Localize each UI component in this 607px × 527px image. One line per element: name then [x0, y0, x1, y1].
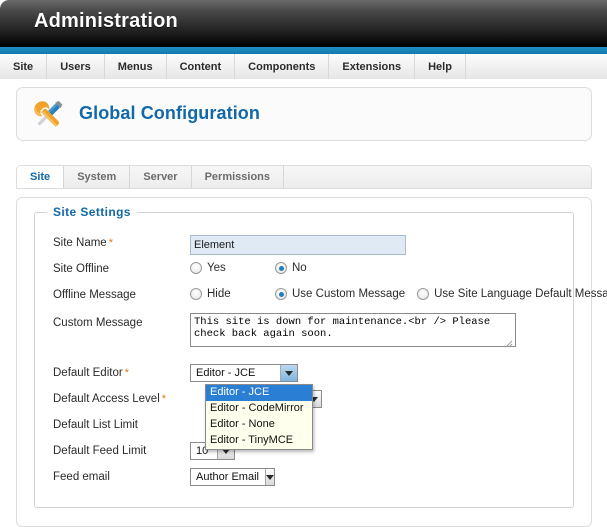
config-tabs: Site System Server Permissions	[16, 165, 592, 189]
app-titlebar: Administration	[0, 0, 607, 47]
site-settings-legend: Site Settings	[47, 205, 137, 219]
menubar-filler	[466, 54, 607, 79]
menu-item-help[interactable]: Help	[415, 54, 466, 79]
tab-site[interactable]: Site	[17, 166, 65, 188]
control-feed-email: Author Email	[190, 468, 275, 486]
site-offline-radio-group: Yes No	[190, 262, 317, 274]
label-default-list-limit: Default List Limit	[53, 419, 139, 431]
config-content-panel: Site Settings Site Name* Site Offline	[16, 197, 607, 527]
site-name-required-asterisk: *	[108, 237, 113, 249]
dropdown-option-editor-jce[interactable]: Editor - JCE	[206, 385, 312, 401]
default-editor-selected-value: Editor - JCE	[196, 367, 256, 379]
menu-item-components[interactable]: Components	[235, 54, 330, 79]
offline-message-option-hide[interactable]: Hide	[190, 288, 275, 300]
label-site-name: Site Name *	[53, 237, 113, 249]
site-offline-option-yes[interactable]: Yes	[190, 262, 275, 274]
label-custom-message: Custom Message	[53, 317, 143, 329]
feed-email-value: Author Email	[196, 471, 259, 483]
control-site-name	[190, 235, 406, 255]
custom-message-wrap	[190, 313, 516, 350]
menu-item-users[interactable]: Users	[47, 54, 105, 79]
label-default-editor-text: Default Editor	[53, 367, 123, 379]
label-default-access-level: Default Access Level *	[53, 393, 166, 405]
row-offline-message: Offline Message Hide Use Custom Message	[35, 285, 607, 309]
default-editor-required-asterisk: *	[124, 367, 129, 379]
default-editor-dropdown-list[interactable]: Editor - JCE Editor - CodeMirror Editor …	[205, 384, 313, 450]
control-offline-message: Hide Use Custom Message Use Site Languag…	[190, 288, 607, 300]
radio-no-icon[interactable]	[275, 262, 287, 274]
chevron-down-icon	[265, 474, 274, 480]
radio-hide-icon[interactable]	[190, 288, 202, 300]
control-default-editor: Editor - JCE	[190, 364, 298, 382]
dropdown-option-editor-codemirror[interactable]: Editor - CodeMirror	[206, 401, 312, 417]
default-editor-dropdown-button[interactable]	[280, 365, 297, 381]
dropdown-option-editor-none[interactable]: Editor - None	[206, 417, 312, 433]
tabs-filler	[284, 166, 591, 188]
row-custom-message: Custom Message	[35, 313, 575, 353]
menu-item-site[interactable]: Site	[0, 54, 48, 79]
radio-yes-icon[interactable]	[190, 262, 202, 274]
site-settings-fieldset: Site Settings Site Name* Site Offline	[34, 205, 607, 508]
default-editor-select[interactable]: Editor - JCE	[190, 364, 298, 382]
row-site-offline: Site Offline Yes No	[35, 259, 575, 283]
offline-message-radio-group: Hide Use Custom Message Use Site Languag…	[190, 288, 607, 300]
tab-system[interactable]: System	[64, 166, 131, 188]
menu-item-extensions[interactable]: Extensions	[329, 54, 416, 79]
dropdown-option-editor-tinymce[interactable]: Editor - TinyMCE	[206, 433, 312, 449]
label-site-offline: Site Offline	[53, 263, 110, 275]
offline-message-hide-label: Hide	[207, 288, 231, 300]
accent-strip	[0, 47, 607, 54]
custom-message-textarea[interactable]	[190, 313, 516, 347]
row-site-name: Site Name *	[35, 233, 575, 257]
feed-email-select[interactable]: Author Email	[190, 468, 275, 486]
radio-use-site-language-default-icon[interactable]	[417, 288, 430, 300]
label-feed-email: Feed email	[53, 471, 110, 483]
label-default-feed-limit: Default Feed Limit	[53, 445, 147, 457]
page-body: Global Configuration Site System Server …	[0, 79, 607, 527]
radio-use-custom-message-icon[interactable]	[275, 288, 287, 300]
tab-server[interactable]: Server	[130, 166, 192, 188]
chevron-down-icon	[285, 370, 293, 376]
offline-message-custom-label: Use Custom Message	[292, 288, 406, 300]
app-title: Administration	[34, 10, 178, 32]
tools-wrench-screwdriver-icon	[29, 96, 67, 134]
control-site-offline: Yes No	[190, 262, 317, 274]
label-offline-message: Offline Message	[53, 289, 136, 301]
default-access-level-required-asterisk: *	[161, 393, 167, 405]
page-header-panel: Global Configuration	[16, 87, 592, 141]
tab-permissions[interactable]: Permissions	[192, 166, 285, 188]
main-menubar: Site Users Menus Content Components Exte…	[0, 54, 607, 80]
offline-message-site-language-label: Use Site Language Default Message	[434, 288, 607, 300]
site-offline-option-no[interactable]: No	[275, 262, 307, 274]
site-offline-no-label: No	[292, 262, 307, 274]
site-name-input[interactable]	[190, 235, 406, 255]
site-offline-yes-label: Yes	[207, 262, 226, 274]
offline-message-option-custom[interactable]: Use Custom Message	[275, 288, 405, 300]
menu-item-content[interactable]: Content	[167, 54, 236, 79]
offline-message-option-site-language[interactable]: Use Site Language Default Message	[417, 288, 607, 300]
row-feed-email: Feed email Author Email	[35, 467, 575, 491]
label-default-editor: Default Editor *	[53, 367, 129, 379]
control-custom-message	[190, 313, 516, 350]
menu-item-menus[interactable]: Menus	[105, 54, 167, 79]
page-title: Global Configuration	[79, 103, 260, 123]
feed-email-dropdown-button[interactable]	[264, 469, 274, 485]
label-default-access-level-text: Default Access Level	[53, 393, 160, 405]
label-site-name-text: Site Name	[53, 237, 107, 249]
